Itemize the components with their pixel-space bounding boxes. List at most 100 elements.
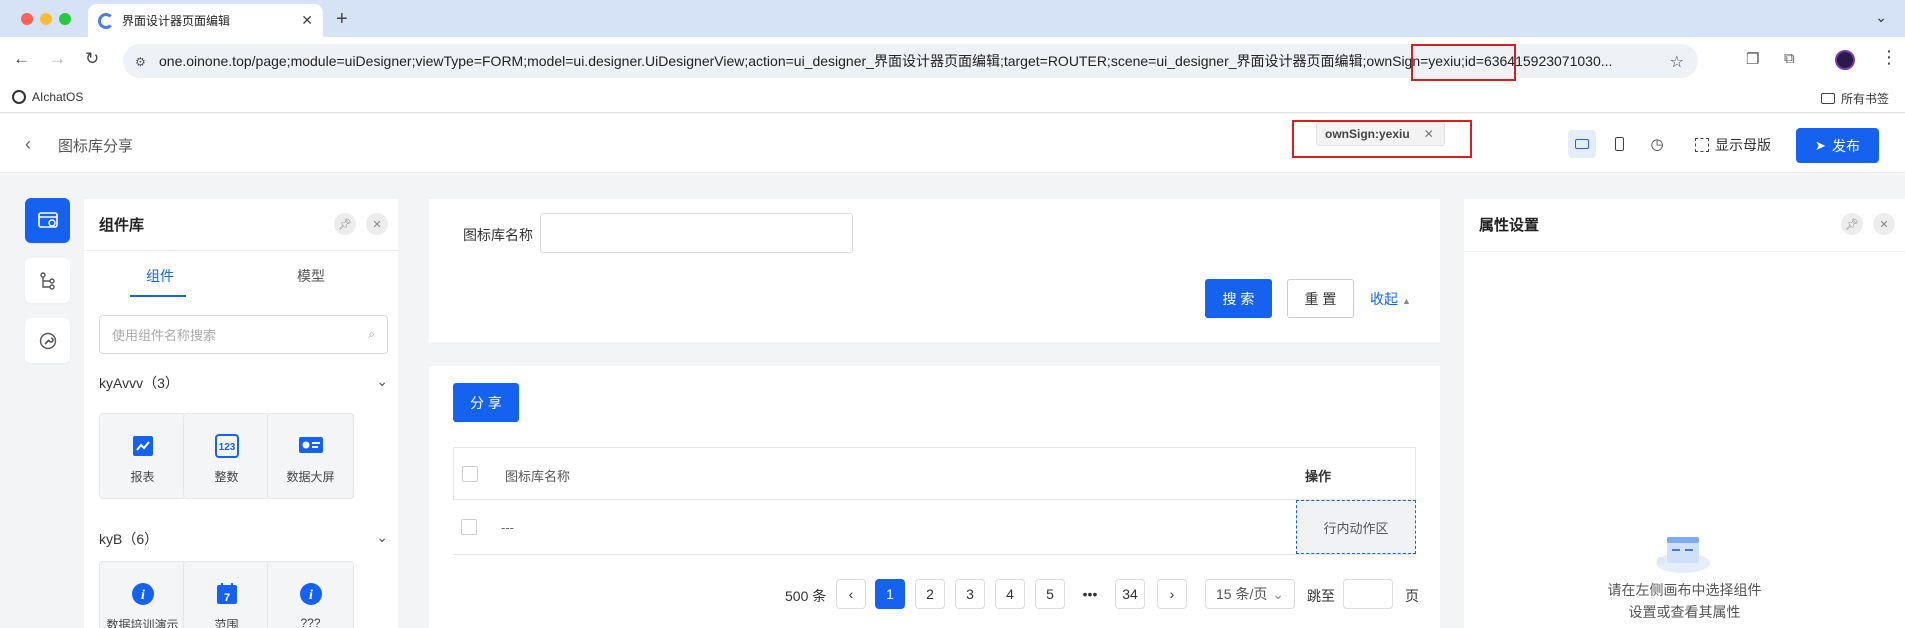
bookmark-star-icon[interactable]: ☆ [1670,52,1684,72]
integer-123-icon: 123 [214,434,240,458]
prev-page-button[interactable]: ‹ [836,579,866,609]
icon-library-name-input[interactable] [540,213,853,253]
select-all-checkbox[interactable] [462,466,478,482]
component-card-training-demo[interactable]: i 数据培训演示 [99,561,186,628]
search-button[interactable]: 搜 索 [1205,279,1272,318]
jump-page-input[interactable] [1343,579,1393,609]
component-card-integer[interactable]: 123 整数 [183,413,270,499]
chevron-down-icon: ⌄ [376,529,388,545]
inline-action-zone[interactable]: 行内动作区 [1296,500,1416,554]
page-1[interactable]: 1 [875,579,905,609]
page-4[interactable]: 4 [995,579,1025,609]
browser-menu-icon[interactable]: ⋮ [1880,47,1898,68]
back-chevron-icon[interactable]: ‹ [25,134,31,155]
tab-search-chevron-icon[interactable]: ⌄ [1875,9,1887,26]
history-button[interactable]: ◷ [1643,130,1671,158]
group-header-kyavvv[interactable]: kyAvvv（3） ⌄ [99,373,388,393]
bookmark-label: AIchatOS [32,90,84,104]
total-count: 500 条 [785,588,827,604]
pagination: 500 条 ‹ 1 2 3 4 5 ••• 34 › 15 条/页 ⌄ 跳至 页 [429,579,1440,609]
row-name-cell: --- [501,520,514,535]
page-34[interactable]: 34 [1115,579,1145,609]
all-bookmarks[interactable]: 所有书签 [1820,90,1889,107]
monitor-icon [1575,139,1589,149]
tab-title: 界面设计器页面编辑 [122,14,231,28]
page-ellipsis[interactable]: ••• [1075,579,1105,609]
column-header-name: 图标库名称 [505,469,571,484]
component-label: ??? [300,616,321,628]
back-arrow-icon[interactable]: ← [13,49,30,69]
reload-icon[interactable]: ↻ [85,49,99,69]
component-tabs: 组件 模型 [84,250,398,298]
profile-avatar[interactable] [1835,50,1855,70]
share-button[interactable]: 分 享 [453,383,519,422]
info-icon: i [130,582,156,606]
site-settings-icon[interactable]: ⚙ [135,55,149,69]
component-panel-title: 组件库 [99,217,145,234]
chevron-down-icon: ⌄ [1272,585,1284,602]
page-size-select[interactable]: 15 条/页 ⌄ [1205,579,1295,609]
browser-toolbar: ← → ↻ ⚙ one.oinone.top/page;module=uiDes… [0,37,1905,84]
property-panel-title: 属性设置 [1479,217,1540,234]
table-header: 图标库名称 操作 [453,447,1416,500]
component-card-unknown[interactable]: i ??? [267,561,354,628]
row-checkbox[interactable] [461,519,477,535]
tab-close-icon[interactable]: ✕ [301,12,313,29]
next-page-button[interactable]: › [1157,579,1187,609]
bookmark-aichatos[interactable]: AIchatOS [12,90,83,104]
url-text[interactable]: one.oinone.top/page;module=uiDesigner;vi… [159,51,1612,71]
send-icon: ➤ [1815,137,1826,153]
extensions-icon[interactable]: ⧉ [1784,50,1802,68]
browser-tab[interactable]: 界面设计器页面编辑 ✕ [88,4,323,37]
window-zoom-dot[interactable] [59,13,71,25]
desktop-view-button[interactable] [1568,130,1596,158]
close-icon[interactable]: ✕ [1873,213,1895,235]
tools-rail-button[interactable] [25,318,70,363]
close-icon[interactable]: ✕ [366,213,388,235]
tab-models[interactable]: 模型 [297,266,325,286]
component-card-range[interactable]: 7 范围 [183,561,270,628]
table-card: 分 享 图标库名称 操作 --- 行内动作区 500 条 ‹ 1 2 3 4 5… [429,366,1440,628]
all-bookmarks-label: 所有书签 [1840,92,1889,106]
component-card-report[interactable]: 报表 [99,413,186,499]
pin-icon[interactable]: 📌︎ [334,213,356,235]
page-3[interactable]: 3 [955,579,985,609]
search-icon: ⌕ [368,327,375,341]
app-header: ‹ 图标库分享 ownSign:yexiu ✕ ◷ 显示母版 ➤ 发布 [0,114,1905,173]
tab-components[interactable]: 组件 [146,266,174,286]
component-library-rail-button[interactable] [25,198,70,243]
component-card-dashboard[interactable]: 数据大屏 [267,413,354,499]
jump-label: 跳至 [1307,588,1335,604]
folder-icon [1820,93,1835,104]
chevron-down-icon: ⌄ [376,373,388,389]
window-minimize-dot[interactable] [40,13,52,25]
data-table: 图标库名称 操作 --- 行内动作区 [453,447,1416,555]
window-close-dot[interactable] [21,13,33,25]
component-label: 数据培训演示 [106,618,179,628]
tab-groups-icon[interactable]: ❐ [1746,50,1764,68]
page-5[interactable]: 5 [1035,579,1065,609]
publish-button[interactable]: ➤ 发布 [1796,128,1879,163]
page-size-value: 15 条/页 [1216,586,1268,602]
info-icon: i [298,582,324,606]
show-master-label: 显示母版 [1715,137,1771,153]
new-tab-icon[interactable]: + [336,8,348,31]
page-2[interactable]: 2 [915,579,945,609]
show-master-button[interactable]: 显示母版 [1695,135,1771,155]
component-library-icon [37,211,58,228]
group-name: kyB（6） [99,531,159,547]
empty-hint-line1: 请在左侧画布中选择组件 [1607,582,1762,598]
report-chart-icon [130,434,156,458]
pin-icon[interactable]: 📌︎ [1841,213,1863,235]
focus-frame-icon [1695,138,1709,152]
clock-icon: ◷ [1650,136,1664,153]
forward-arrow-icon[interactable]: → [49,49,66,69]
reset-button[interactable]: 重 置 [1287,279,1354,318]
svg-text:i: i [141,588,145,603]
collapse-link[interactable]: 收起 ▲ [1370,289,1411,309]
collapse-label: 收起 [1370,291,1398,307]
mobile-view-button[interactable] [1605,130,1633,158]
group-header-kyb[interactable]: kyB（6） ⌄ [99,529,388,549]
tree-rail-button[interactable] [25,258,70,303]
component-search-input[interactable]: 使用组件名称搜索 ⌕ [99,315,388,354]
